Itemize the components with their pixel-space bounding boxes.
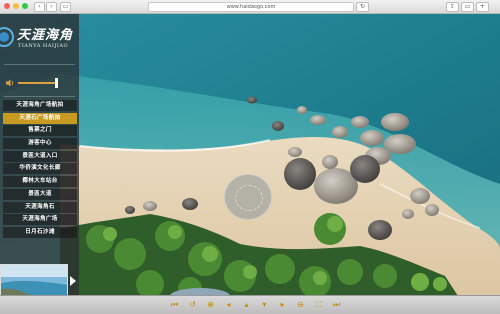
forward-button[interactable]: ›	[46, 2, 57, 12]
scene-menu-item[interactable]: 天涯海角广场	[3, 214, 77, 226]
scene-menu: 天涯海角广场航拍 天涯石广场航拍 售票之门 游客中心 景區大道入口 华侨演文化长廊 椰林大车…	[3, 100, 77, 240]
scene-menu-item[interactable]: 华侨演文化长廊	[3, 163, 77, 175]
share-button[interactable]: ⇪	[446, 2, 459, 12]
skip-back-icon[interactable]: ⏮	[168, 299, 181, 310]
skip-forward-icon[interactable]: ⏭	[330, 299, 343, 310]
scene-menu-item[interactable]: 日月石沙滩	[3, 226, 77, 238]
logo-title: 天涯海角	[17, 28, 74, 43]
scene-menu-item[interactable]: 售票之门	[3, 125, 77, 137]
thumbnail-strip	[0, 264, 79, 299]
address-bar[interactable]: www.haidaogo.com	[148, 2, 354, 12]
arrow-up-icon[interactable]: ▴	[240, 299, 253, 310]
reload-button[interactable]: ↻	[356, 2, 369, 12]
viewer-controls: ⏮ ↺ ⊕ ◂ ▴ ▾ ▸ ⊖ ⛶ ⏭	[168, 299, 343, 311]
rotate-left-icon[interactable]: ↺	[186, 299, 199, 310]
scene-menu-item[interactable]: 天涯海角石	[3, 201, 77, 213]
browser-toolbar: ‹ › ▭ www.haidaogo.com ↻ ⇪ ▭ +	[0, 0, 500, 14]
zoom-in-icon[interactable]: ⊕	[204, 299, 217, 310]
scene-menu-item[interactable]: 天涯海角广场航拍	[3, 100, 77, 111]
volume-slider-handle[interactable]	[54, 78, 58, 88]
sidebar-toggle-button[interactable]: ▭	[461, 2, 474, 12]
scene-menu-item[interactable]: 天涯石广场航拍	[3, 112, 77, 124]
speaker-icon[interactable]	[6, 79, 15, 87]
arrow-down-icon[interactable]: ▾	[258, 299, 271, 310]
hotspot-ring	[235, 185, 263, 211]
new-tab-button[interactable]: +	[476, 2, 489, 12]
back-button[interactable]: ‹	[34, 2, 45, 12]
scene-sidebar: 天涯海角 TIANYA HAIJIAO 天涯海角广场航拍 天涯石广场航拍 售票之门游…	[0, 14, 79, 299]
arrow-left-icon[interactable]: ◂	[222, 299, 235, 310]
url-text: www.haidaogo.com	[226, 4, 276, 10]
volume-control[interactable]	[6, 78, 74, 88]
logo: 天涯海角 TIANYA HAIJIAO	[0, 18, 79, 56]
thumbnail-next-icon[interactable]	[70, 276, 76, 286]
volume-slider-track[interactable]	[18, 82, 58, 84]
zoom-out-icon[interactable]: ⊖	[294, 299, 307, 310]
scene-thumbnail[interactable]	[0, 264, 68, 298]
tabs-overview-button[interactable]: ▭	[60, 2, 71, 12]
sidebar-divider	[4, 96, 75, 97]
close-window-icon[interactable]	[4, 3, 10, 9]
scene-menu-item[interactable]: 景區大道入口	[3, 150, 77, 162]
maximize-window-icon[interactable]	[22, 3, 28, 9]
arrow-right-icon[interactable]: ▸	[276, 299, 289, 310]
scene-menu-item[interactable]: 椰林大车站台	[3, 176, 77, 188]
thumbnail-image	[1, 265, 67, 297]
scene-menu-item[interactable]: 游客中心	[3, 138, 77, 150]
scene-hotspot[interactable]	[224, 174, 272, 220]
fullscreen-icon[interactable]: ⛶	[312, 299, 325, 310]
minimize-window-icon[interactable]	[13, 3, 19, 9]
sidebar-divider	[4, 64, 75, 65]
scene-menu-item[interactable]: 景區大道	[3, 188, 77, 200]
logo-subtitle: TIANYA HAIJIAO	[18, 43, 69, 49]
viewer-toolbar: ⏮ ↺ ⊕ ◂ ▴ ▾ ▸ ⊖ ⛶ ⏭	[0, 295, 500, 314]
